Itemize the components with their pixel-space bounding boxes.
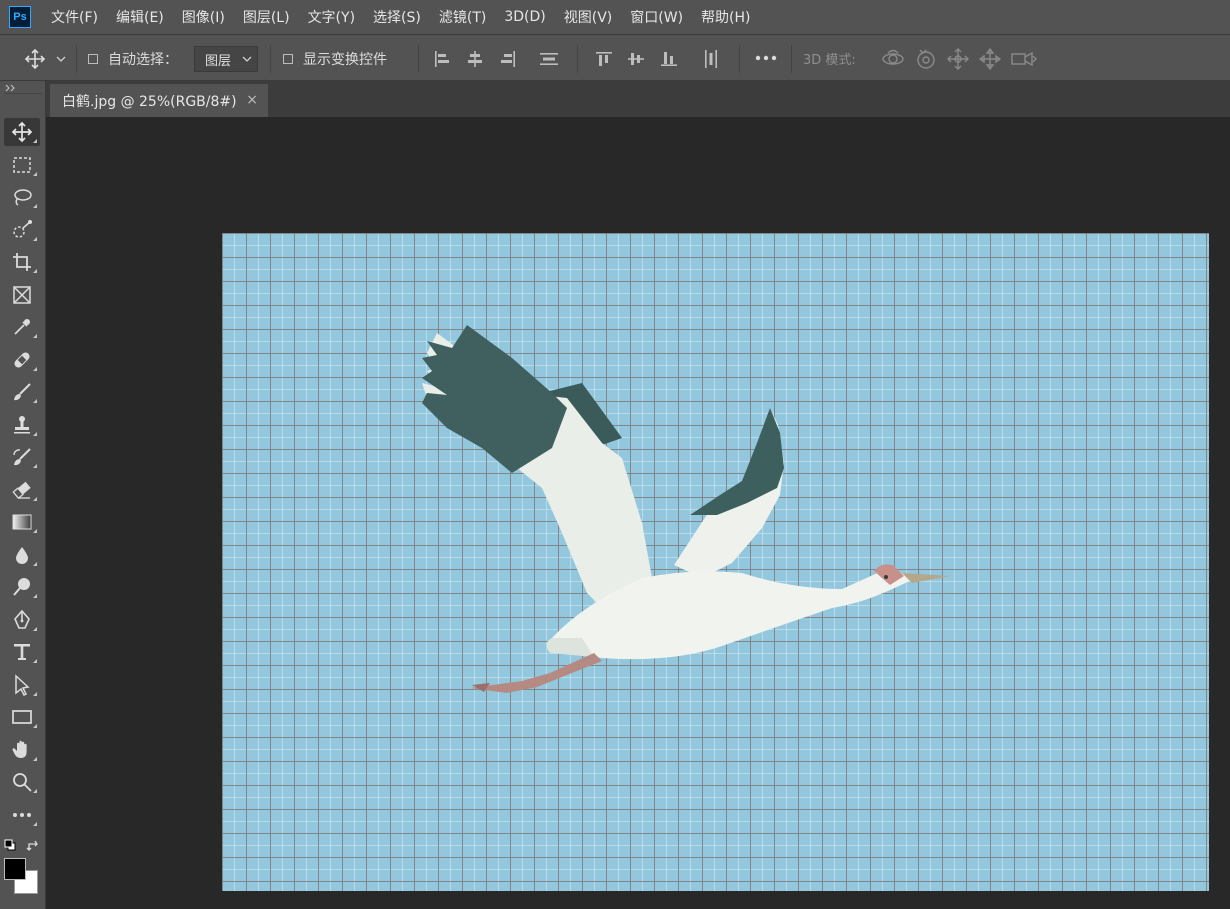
- brush-tool[interactable]: [4, 378, 40, 406]
- auto-select-label: 自动选择：: [108, 52, 178, 68]
- path-selection-arrow-icon: [15, 674, 30, 696]
- distribute-horizontal-icon[interactable]: [538, 49, 560, 69]
- rectangular-marquee-icon: [13, 157, 31, 173]
- 3d-slide-icon[interactable]: [978, 47, 1002, 71]
- align-horizontal-centers-icon[interactable]: [465, 49, 485, 69]
- eraser-icon: [12, 481, 31, 500]
- 3d-pan-icon[interactable]: [946, 47, 970, 71]
- 3d-mode-label: 3D 模式:: [803, 53, 856, 68]
- eyedropper-icon: [14, 319, 30, 335]
- healing-brush-tool[interactable]: [4, 346, 40, 374]
- bandage-icon: [14, 352, 30, 368]
- type-icon: [14, 644, 30, 660]
- dodge-icon: [13, 578, 30, 596]
- show-transform-controls-checkbox[interactable]: [283, 54, 293, 64]
- document-tab-bar: 白鹤.jpg @ 25%(RGB/8#) ×: [46, 81, 1230, 117]
- magnifier-icon: [13, 773, 32, 792]
- more-options-icon[interactable]: [754, 54, 778, 62]
- crop-tool[interactable]: [4, 248, 40, 276]
- blur-tool[interactable]: [4, 541, 40, 569]
- move-tool[interactable]: [4, 118, 40, 146]
- hand-tool[interactable]: [4, 736, 40, 764]
- auto-select-checkbox[interactable]: [88, 54, 98, 64]
- move-tool-preset-icon[interactable]: [24, 48, 46, 70]
- rectangle-tool[interactable]: [4, 703, 40, 731]
- marquee-tool[interactable]: [4, 151, 40, 179]
- menu-select[interactable]: 选择(S): [373, 7, 421, 27]
- edit-toolbar-button[interactable]: [4, 801, 40, 829]
- swap-colors-icon[interactable]: [26, 838, 40, 852]
- pen-tool[interactable]: [4, 606, 40, 634]
- crane-image: [422, 325, 950, 693]
- menu-help[interactable]: 帮助(H): [701, 7, 750, 27]
- pen-icon: [14, 609, 30, 629]
- menu-bar: Ps 文件(F) 编辑(E) 图像(I) 图层(L) 文字(Y) 选择(S) 滤…: [0, 0, 1230, 34]
- lasso-icon: [14, 189, 32, 206]
- quick-selection-icon: [13, 220, 32, 238]
- more-tools-icon: [13, 813, 31, 817]
- foreground-color-swatch[interactable]: [4, 858, 26, 880]
- tools-panel: [0, 81, 46, 909]
- menu-image[interactable]: 图像(I): [182, 7, 225, 27]
- menu-type[interactable]: 文字(Y): [308, 7, 355, 27]
- eyedropper-tool[interactable]: [4, 313, 40, 341]
- menu-layer[interactable]: 图层(L): [243, 7, 290, 27]
- chevron-down-icon[interactable]: [56, 55, 66, 63]
- default-colors-icon[interactable]: [4, 839, 16, 851]
- zoom-tool[interactable]: [4, 768, 40, 796]
- brush-icon: [14, 383, 31, 401]
- panel-collapse-icon[interactable]: [5, 84, 17, 92]
- menu-3d[interactable]: 3D(D): [504, 9, 545, 25]
- stamp-icon: [14, 416, 30, 434]
- menu-filter[interactable]: 滤镜(T): [439, 7, 486, 27]
- crop-icon: [13, 253, 31, 271]
- menu-view[interactable]: 视图(V): [564, 7, 613, 27]
- align-bottom-edges-icon[interactable]: [659, 49, 679, 69]
- distribute-vertical-icon[interactable]: [701, 48, 721, 70]
- photoshop-logo: Ps: [9, 6, 31, 28]
- move-icon: [11, 121, 33, 143]
- dropdown-value: 图层: [205, 53, 232, 69]
- align-vertical-centers-icon[interactable]: [626, 49, 646, 69]
- align-left-edges-icon[interactable]: [432, 49, 452, 69]
- show-transform-controls-label: 显示变换控件: [303, 52, 387, 68]
- history-brush-tool[interactable]: [4, 443, 40, 471]
- 3d-orbit-icon[interactable]: [880, 47, 906, 71]
- menu-edit[interactable]: 编辑(E): [116, 7, 164, 27]
- gradient-icon: [12, 514, 32, 530]
- menu-file[interactable]: 文件(F): [51, 7, 98, 27]
- document-tab-title: 白鹤.jpg @ 25%(RGB/8#): [62, 93, 237, 110]
- document-tab[interactable]: 白鹤.jpg @ 25%(RGB/8#) ×: [50, 84, 268, 117]
- water-drop-icon: [16, 547, 28, 564]
- align-right-edges-icon[interactable]: [498, 49, 518, 69]
- menu-window[interactable]: 窗口(W): [630, 7, 683, 27]
- dodge-tool[interactable]: [4, 573, 40, 601]
- align-top-edges-icon[interactable]: [594, 49, 614, 69]
- quick-selection-tool[interactable]: [4, 216, 40, 244]
- clone-stamp-tool[interactable]: [4, 411, 40, 439]
- frame-tool[interactable]: [4, 281, 40, 309]
- path-selection-tool[interactable]: [4, 671, 40, 699]
- close-icon[interactable]: ×: [246, 92, 258, 108]
- lasso-tool[interactable]: [4, 183, 40, 211]
- 3d-roll-icon[interactable]: [914, 47, 938, 71]
- auto-select-target-dropdown[interactable]: 图层: [194, 46, 258, 72]
- history-brush-icon: [13, 448, 31, 466]
- 3d-camera-icon[interactable]: [1010, 49, 1038, 69]
- document-canvas[interactable]: [222, 233, 1209, 891]
- gradient-tool[interactable]: [4, 508, 40, 536]
- frame-icon: [13, 286, 31, 304]
- rectangle-icon: [12, 710, 32, 724]
- hand-icon: [12, 740, 27, 758]
- chevron-down-icon: [242, 56, 252, 62]
- options-bar: 自动选择： 图层 显示变换控件 3D 模式:: [0, 34, 1230, 81]
- type-tool[interactable]: [4, 638, 40, 666]
- eraser-tool[interactable]: [4, 476, 40, 504]
